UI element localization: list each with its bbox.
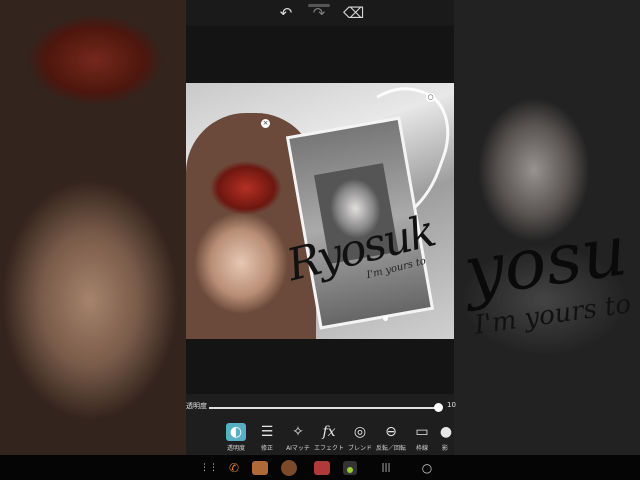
adjust-icon: ☰ (260, 424, 274, 440)
system-nav-bar: ⋮⋮ ✆ ||| ○ (0, 455, 640, 480)
tool-adjust[interactable]: ☰ 修正 (251, 422, 283, 454)
gallery-app-icon[interactable] (314, 461, 330, 475)
phone-icon[interactable]: ✆ (226, 460, 242, 476)
rotate-icon: ⊖ (385, 424, 397, 440)
browser-app-icon[interactable] (281, 460, 297, 476)
opacity-icon: ◐ (226, 423, 246, 441)
tool-label: 修正 (260, 445, 273, 452)
editor-app-icon[interactable] (343, 461, 357, 475)
opacity-slider-knob[interactable] (434, 403, 443, 412)
tool-label: 透明度 (226, 445, 245, 452)
tool-effect[interactable]: fx エフェクト (313, 422, 345, 454)
blurred-background-right: yosu I'm yours to (454, 0, 640, 480)
tool-label: AIマッチ (286, 445, 310, 452)
redo-button[interactable]: ↷ (309, 4, 329, 22)
blurred-background-left (0, 0, 186, 480)
eraser-button[interactable]: ⌫ (343, 4, 364, 22)
tool-label: 枠線 (415, 445, 428, 452)
edit-toolbar: ◐ 透明度 ☰ 修正 ✧ AIマッチ fx エフェクト ◎ ブレンド ⊖ 反転／… (186, 422, 454, 454)
shadow-icon: ● (439, 424, 453, 440)
magic-wand-icon: ✧ (292, 424, 304, 440)
tool-ai-match[interactable]: ✧ AIマッチ (282, 422, 314, 454)
tool-shadow[interactable]: ● 影 (436, 422, 454, 454)
recents-icon[interactable]: ||| (378, 460, 394, 476)
tool-label: エフェクト (313, 445, 344, 452)
undo-button[interactable]: ↶ (276, 4, 296, 22)
artwork-canvas[interactable]: Ryosuk I'm yours to × ○ (186, 83, 454, 339)
opacity-label: 透明度 (186, 402, 207, 410)
active-dot-icon (347, 467, 353, 473)
editor-topbar: ↶ ↷ ⌫ (186, 0, 454, 26)
layer-rotate-handle[interactable]: ○ (426, 93, 435, 102)
tool-opacity[interactable]: ◐ 透明度 (220, 422, 252, 454)
fx-icon: fx (322, 424, 336, 440)
layer-close-handle[interactable]: × (261, 119, 270, 128)
opacity-value: 10 (447, 401, 456, 409)
blend-icon: ◎ (353, 424, 367, 440)
opacity-slider-track[interactable] (209, 407, 439, 409)
tool-label: 影 (441, 445, 448, 452)
camera-app-icon[interactable] (252, 461, 268, 475)
app-drawer-icon[interactable]: ⋮⋮ (200, 460, 218, 476)
border-icon: ▭ (415, 424, 429, 440)
tool-label: ブレンド (347, 445, 372, 452)
tool-label: 反転／回転 (375, 445, 406, 452)
home-icon[interactable]: ○ (420, 460, 434, 476)
tool-flip-rotate[interactable]: ⊖ 反転／回転 (375, 422, 407, 454)
photo-editor-app: ↶ ↷ ⌫ Ryosuk I'm yours to × ○ 透明度 10 ◐ 透… (186, 0, 456, 480)
opacity-slider-row: 透明度 10 (186, 398, 456, 418)
layer-resize-handle[interactable] (383, 316, 388, 321)
canvas-area: Ryosuk I'm yours to × ○ (186, 26, 454, 394)
tool-border[interactable]: ▭ 枠線 (406, 422, 438, 454)
tool-blend[interactable]: ◎ ブレンド (344, 422, 376, 454)
